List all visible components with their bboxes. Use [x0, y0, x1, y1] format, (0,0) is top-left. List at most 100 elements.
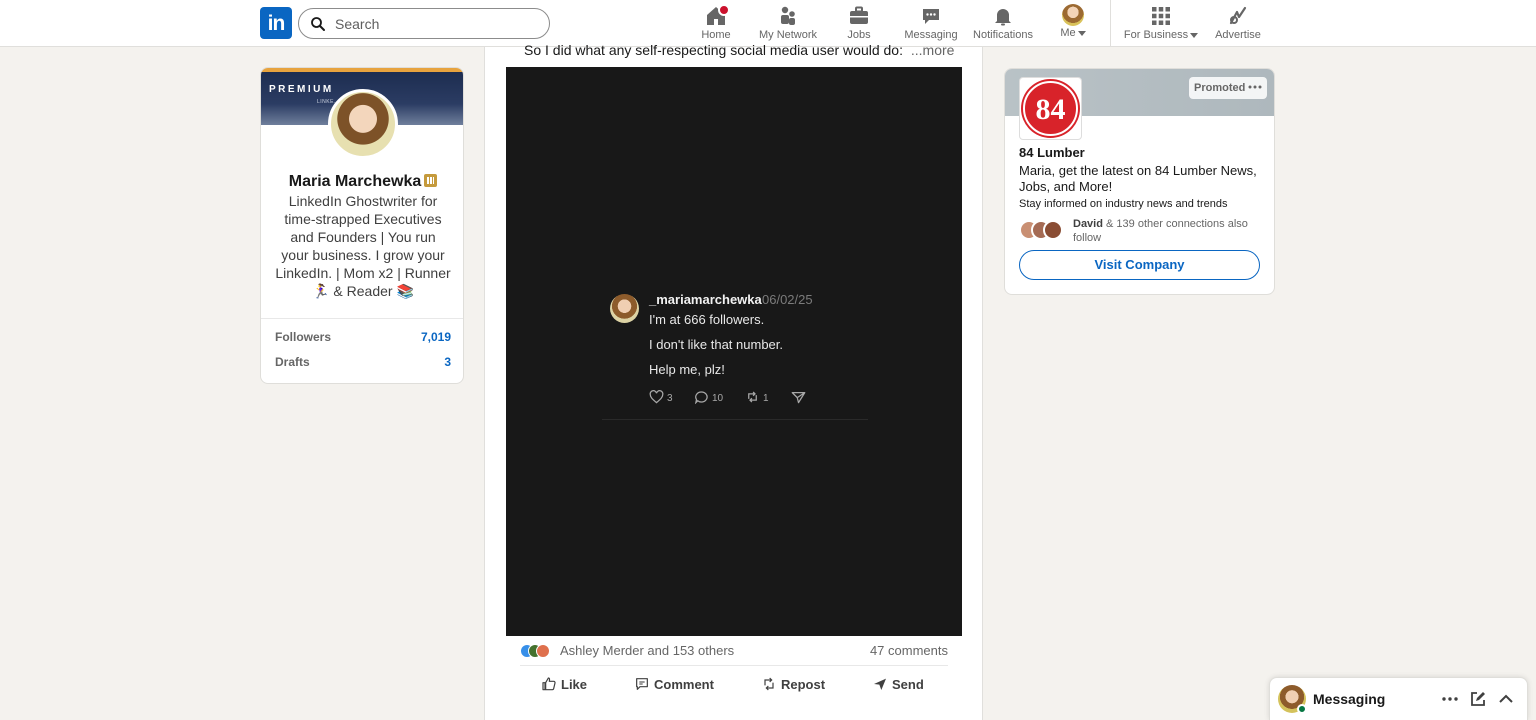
promoted-text: Promoted [1194, 82, 1246, 94]
search-icon [311, 17, 325, 31]
top-nav: in Home My Network Jobs Messaging Notifi… [0, 0, 1536, 47]
tweet-reposts-count: 1 [763, 393, 769, 404]
reply-icon [694, 391, 708, 405]
stat-label: Drafts [275, 355, 310, 369]
tweet-line: I don't like that number. [649, 337, 784, 352]
tweet-line: Help me, plz! [649, 362, 725, 377]
embedded-tweet: _mariamarchewka 06/02/25 I'm at 666 foll… [602, 290, 870, 420]
nav-label: For Business [1123, 29, 1189, 41]
nav-label: My Network [758, 29, 818, 41]
nav-advertise[interactable]: Advertise [1210, 4, 1266, 44]
grid-icon [1152, 7, 1170, 25]
divider [520, 665, 948, 666]
comment-icon [636, 678, 648, 690]
post-body: So I did what any self-respecting social… [524, 42, 903, 58]
reaction-icons[interactable] [520, 644, 558, 658]
social-counts: Ashley Merder and 153 others 47 comments [520, 641, 948, 661]
repost-button[interactable]: Repost [761, 676, 825, 698]
tweet-avatar [610, 294, 639, 323]
nav-home[interactable]: Home [693, 4, 739, 44]
nav-label: Advertise [1215, 29, 1261, 41]
tweet-reposts: 1 [745, 390, 769, 404]
people-icon [781, 6, 795, 25]
comments-count[interactable]: 47 comments [870, 643, 948, 658]
more-options-icon[interactable] [1440, 689, 1460, 709]
avatar [1062, 4, 1084, 26]
connection-name: David [1073, 218, 1103, 230]
nav-label: Jobs [847, 29, 871, 41]
action-label: Repost [781, 677, 826, 692]
tweet-handle: _mariamarchewka [649, 292, 762, 307]
caret-down-icon [1077, 30, 1086, 36]
nav-label: Notifications [973, 29, 1033, 41]
divider [261, 318, 463, 319]
online-status-indicator [1297, 704, 1307, 714]
post-text: So I did what any self-respecting social… [524, 42, 954, 58]
nav-my-network[interactable]: My Network [754, 4, 822, 44]
messaging-dock[interactable]: Messaging [1269, 677, 1528, 720]
compose-icon[interactable] [1468, 689, 1488, 709]
nav-notifications[interactable]: Notifications [968, 4, 1038, 44]
see-more-link[interactable]: ...more [911, 42, 955, 58]
profile-name-row[interactable]: Maria Marchewka [261, 173, 463, 191]
search-input[interactable] [335, 14, 535, 34]
nav-me[interactable]: Me [1056, 4, 1090, 44]
heart-icon [649, 390, 664, 404]
search-box[interactable] [298, 8, 550, 39]
ad-message: Maria, get the latest on 84 Lumber News,… [1019, 163, 1257, 194]
company-name[interactable]: 84 Lumber [1019, 145, 1085, 160]
notification-badge [718, 4, 730, 16]
tweet-likes-count: 3 [667, 393, 673, 404]
profile-headline: LinkedIn Ghostwriter for time-strapped E… [275, 193, 451, 299]
profile-name[interactable]: Maria Marchewka [289, 173, 422, 190]
profile-avatar[interactable] [328, 89, 398, 159]
nav-label: Me [1060, 27, 1076, 39]
linkedin-logo[interactable]: in [260, 7, 292, 39]
chat-icon [923, 9, 939, 24]
nav-business-label-wrap: For Business [1118, 29, 1204, 41]
bell-icon [995, 9, 1011, 26]
nav-me-label-wrap: Me [1056, 27, 1090, 39]
company-logo[interactable]: 84 [1019, 77, 1082, 140]
stat-followers[interactable]: Followers 7,019 [275, 330, 451, 348]
nav-label: Home [701, 29, 731, 41]
promoted-label[interactable]: Promoted [1189, 77, 1268, 99]
action-label: Like [561, 677, 588, 692]
nav-jobs[interactable]: Jobs [840, 4, 878, 44]
send-icon [874, 678, 886, 690]
reactions-summary[interactable]: Ashley Merder and 153 others [560, 643, 734, 658]
visit-company-button[interactable]: Visit Company [1019, 250, 1260, 280]
stat-drafts[interactable]: Drafts 3 [275, 355, 451, 373]
like-button[interactable]: Like [541, 676, 587, 698]
send-icon [791, 392, 806, 404]
compass-icon [1229, 6, 1247, 25]
profile-card: PREMIUM LINKE... ...QUIRES... Maria Marc… [260, 67, 464, 384]
promoted-ad-card: Promoted 84 84 Lumber Maria, get the lat… [1004, 68, 1275, 295]
stat-label: Followers [275, 330, 332, 344]
love-reaction-icon [536, 644, 550, 658]
logo-mark: 84 [1023, 81, 1078, 136]
nav-label: Messaging [904, 29, 958, 41]
messaging-title[interactable]: Messaging [1313, 691, 1385, 707]
stat-value: 3 [444, 355, 451, 369]
more-options-icon [1248, 85, 1262, 89]
tweet-divider [602, 419, 868, 420]
tweet-share [791, 390, 809, 404]
connections-follow-text: David & 139 other connections also follo… [1073, 217, 1263, 245]
tweet-likes: 3 [649, 390, 673, 404]
tweet-replies-count: 10 [712, 393, 724, 404]
tweet-line: I'm at 666 followers. [649, 312, 765, 327]
nav-messaging[interactable]: Messaging [902, 4, 960, 44]
briefcase-icon [850, 6, 868, 24]
action-label: Comment [654, 677, 714, 692]
ad-subtext: Stay informed on industry news and trend… [1019, 198, 1228, 210]
stat-value: 7,019 [420, 330, 451, 344]
nav-for-business[interactable]: For Business [1118, 4, 1204, 44]
comment-button[interactable]: Comment [634, 676, 714, 698]
send-button[interactable]: Send [872, 676, 924, 698]
thumbs-up-icon [542, 677, 556, 691]
chevron-up-icon[interactable] [1496, 689, 1516, 709]
tweet-replies: 10 [694, 390, 724, 405]
premium-label: PREMIUM [269, 84, 334, 95]
nav-divider [1110, 0, 1111, 47]
